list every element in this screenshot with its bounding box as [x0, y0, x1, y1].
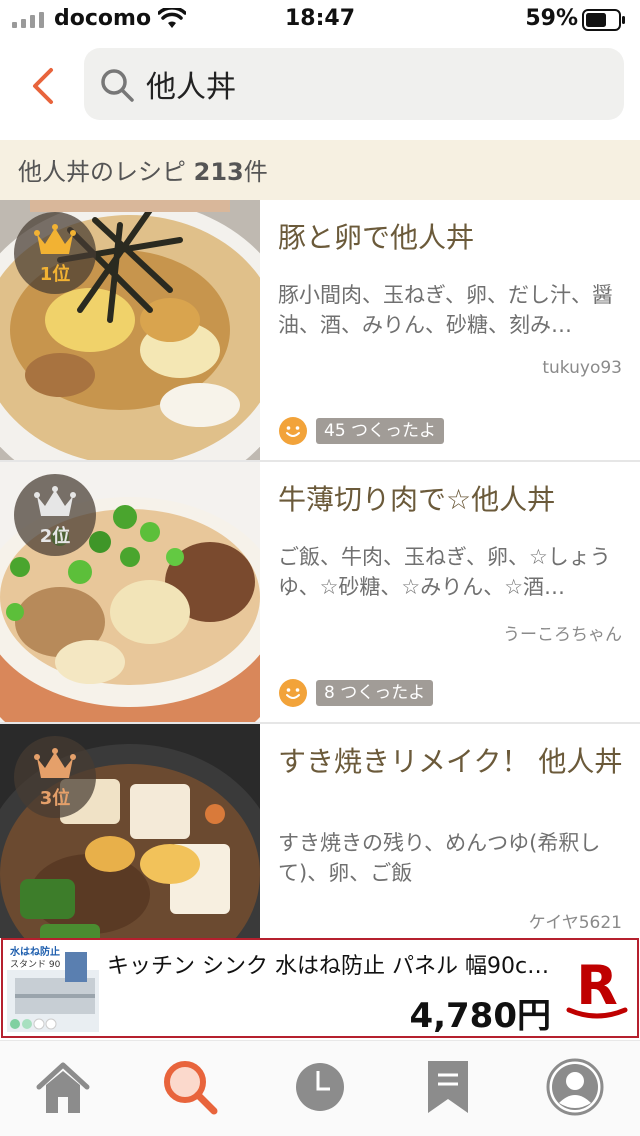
silver-crown-icon: [34, 486, 76, 516]
battery-percentage: 59%: [525, 6, 578, 31]
recipe-title[interactable]: すき焼きリメイク！ 他人丼: [278, 744, 623, 780]
rank-badge: 1位: [14, 212, 96, 294]
recipe-card[interactable]: 2位 牛薄切り肉で☆他人丼 ご飯、牛肉、玉ねぎ、卵、☆しょうゆ、☆砂糖、☆みりん…: [0, 462, 640, 724]
history-icon[interactable]: [290, 1057, 350, 1117]
search-input[interactable]: [146, 58, 606, 110]
home-icon[interactable]: [33, 1057, 93, 1117]
rank-badge: 3位: [14, 736, 96, 818]
search-icon[interactable]: [160, 1057, 220, 1117]
bottom-tab-bar: [0, 1040, 640, 1136]
search-header: [0, 40, 640, 140]
rank-badge: 2位: [14, 474, 96, 556]
result-count-suffix: 件: [243, 158, 268, 186]
rank-label: 1位: [39, 264, 71, 285]
ad-title: キッチン シンク 水はね防止 パネル 幅90c…: [107, 954, 547, 979]
recipe-author[interactable]: ケイヤ5621: [529, 908, 622, 933]
rank-label: 3位: [39, 788, 71, 809]
recipe-list: 1位 豚と卵で他人丼 豚小間肉、玉ねぎ、卵、だし汁、醤油、酒、みりん、砂糖、刻み…: [0, 200, 640, 938]
recipe-photo: 2位: [0, 462, 260, 722]
bookmark-icon[interactable]: [418, 1057, 478, 1117]
profile-icon[interactable]: [545, 1057, 605, 1117]
recipe-ingredients: すき焼きの残り、めんつゆ(希釈して)、卵、ご飯: [278, 831, 601, 885]
recipe-author[interactable]: tukuyo93: [542, 358, 622, 378]
result-count-text: 他人丼のレシピ 213件: [18, 152, 268, 187]
recipe-photo: 3位: [0, 724, 260, 938]
battery-icon: [582, 9, 625, 31]
recipe-photo: 1位: [0, 200, 260, 460]
gold-crown-icon: [34, 224, 76, 254]
recipe-card[interactable]: 3位 すき焼きリメイク！ 他人丼 すき焼きの残り、めんつゆ(希釈して)、卵、ご飯…: [0, 724, 640, 938]
smile-icon: [279, 417, 307, 445]
result-count-prefix: 他人丼のレシピ: [18, 158, 186, 186]
search-icon: [101, 69, 134, 102]
ad-thumb-caption-line1: 水はね防止: [9, 945, 60, 958]
result-count-banner: 他人丼のレシピ 213件: [0, 140, 640, 200]
search-bar[interactable]: [84, 48, 624, 120]
bronze-crown-icon: [34, 748, 76, 778]
smile-icon: [279, 679, 307, 707]
made-count-label: 8 つくったよ: [316, 680, 434, 706]
recipe-title[interactable]: 牛薄切り肉で☆他人丼: [278, 482, 623, 518]
ad-price: 4,780円: [409, 996, 551, 1036]
rakuten-logo: R: [566, 956, 628, 1019]
ad-thumb-caption-line2: スタンド 90: [10, 959, 61, 970]
recipe-ingredients: ご飯、牛肉、玉ねぎ、卵、☆しょうゆ、☆砂糖、☆みりん、☆酒…: [278, 545, 611, 599]
ad-product-image: 水はね防止 スタンド 90: [7, 944, 99, 1032]
made-count-badge: 45 つくったよ: [278, 416, 448, 446]
rank-label: 2位: [39, 526, 71, 547]
ad-banner[interactable]: 水はね防止 スタンド 90 キッチン シンク 水はね防止 パネル 幅90c… 4…: [1, 938, 639, 1038]
recipe-author[interactable]: うーころちゃん: [503, 620, 622, 645]
made-count-label: 45 つくったよ: [316, 418, 445, 444]
status-bar: docomo 18:47 59%: [0, 0, 640, 40]
made-count-badge: 8 つくったよ: [278, 678, 448, 708]
back-button[interactable]: [22, 64, 66, 108]
result-count-number: 213: [193, 158, 244, 186]
rakuten-logo-letter: R: [576, 956, 618, 1017]
recipe-card[interactable]: 1位 豚と卵で他人丼 豚小間肉、玉ねぎ、卵、だし汁、醤油、酒、みりん、砂糖、刻み…: [0, 200, 640, 462]
recipe-ingredients: 豚小間肉、玉ねぎ、卵、だし汁、醤油、酒、みりん、砂糖、刻み…: [278, 283, 613, 337]
recipe-title[interactable]: 豚と卵で他人丼: [278, 220, 623, 256]
